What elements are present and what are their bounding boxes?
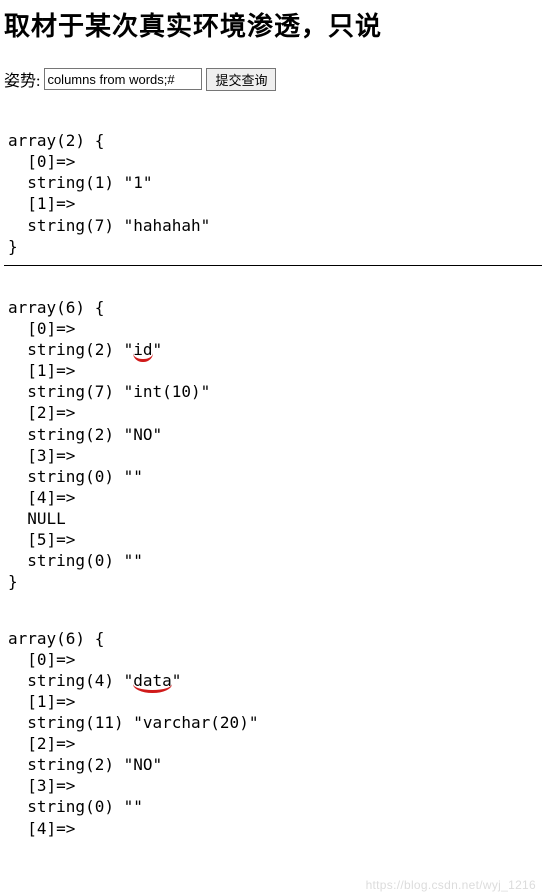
watermark: https://blog.csdn.net/wyj_1216 [366,878,536,892]
dump-line: [0]=> [8,650,75,669]
highlighted-id: id [133,340,152,359]
dump-line: [1]=> [8,692,75,711]
dump-line: [3]=> [8,446,75,465]
dump-footer: } [8,237,18,256]
page-title: 取材于某次真实环境渗透，只说 [4,6,542,43]
dump-header: array(6) { [8,629,104,648]
dump-line: string(2) "id" [8,340,162,359]
dump-header: array(6) { [8,298,104,317]
dump-line: string(11) "varchar(20)" [8,713,258,732]
dump-line: [1]=> [8,194,75,213]
dump-footer: } [8,572,18,591]
var-dump-1: array(2) { [0]=> string(1) "1" [1]=> str… [8,109,542,257]
dump-line: [4]=> [8,819,75,838]
query-input[interactable] [44,68,202,90]
highlighted-data: data [133,671,172,690]
dump-line: string(0) "" [8,467,143,486]
dump-line: string(2) "NO" [8,755,162,774]
var-dump-2: array(6) { [0]=> string(2) "id" [1]=> st… [8,276,542,593]
dump-line: [4]=> [8,488,75,507]
dump-line: string(4) "data" [8,671,181,690]
dump-line: [1]=> [8,361,75,380]
dump-line: string(7) "int(10)" [8,382,210,401]
dump-line: string(0) "" [8,551,143,570]
dump-line: string(2) "NO" [8,425,162,444]
divider [4,265,542,266]
dump-header: array(2) { [8,131,104,150]
dump-line: [0]=> [8,152,75,171]
submit-button[interactable]: 提交查询 [206,68,276,91]
dump-line: [5]=> [8,530,75,549]
var-dump-3: array(6) { [0]=> string(4) "data" [1]=> … [8,606,542,838]
dump-line: string(7) "hahahah" [8,216,210,235]
query-form: 姿势: 提交查询 [4,67,542,91]
dump-line: string(1) "1" [8,173,153,192]
form-label: 姿势: [4,67,40,91]
dump-line: [3]=> [8,776,75,795]
dump-line: [2]=> [8,734,75,753]
dump-line: [0]=> [8,319,75,338]
dump-line: NULL [8,509,66,528]
dump-line: [2]=> [8,403,75,422]
dump-line: string(0) "" [8,797,143,816]
